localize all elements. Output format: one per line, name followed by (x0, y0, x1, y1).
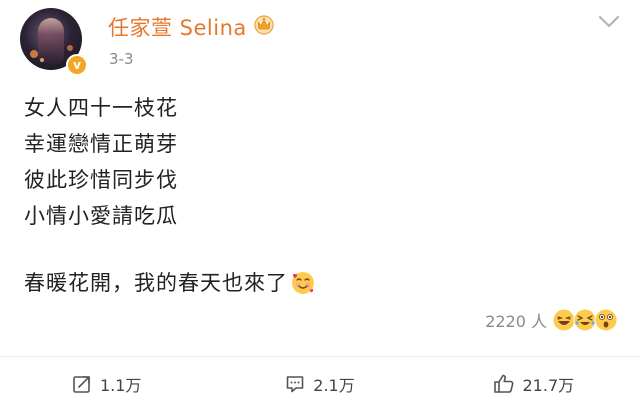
reaction-count: 2220 人 (485, 312, 547, 331)
reaction-summary[interactable]: 2220 人 (485, 308, 618, 332)
action-bar: 1.1万 2.1万 21.7万 (0, 357, 640, 410)
author-name[interactable]: 任家萱 Selina (108, 12, 247, 42)
avatar-photo (38, 18, 64, 64)
share-count: 1.1万 (99, 375, 142, 395)
like-count: 21.7万 (522, 375, 575, 395)
post-line: 彼此珍惜同步伐 (24, 168, 178, 192)
astonished-face-icon (594, 308, 618, 332)
like-button[interactable]: 21.7万 (427, 372, 640, 396)
post-line: 幸運戀情正萌芽 (24, 132, 178, 156)
weibo-post-card: v 任家萱 Selina 3-3 女人四十一枝花 幸運戀情正萌芽 彼此珍惜同步伐… (0, 0, 640, 410)
chevron-down-icon[interactable] (597, 14, 621, 30)
post-date: 3-3 (109, 50, 134, 68)
avatar-photo-detail (30, 50, 38, 58)
post-final-text: 春暖花開，我的春天也來了 (24, 271, 288, 295)
comment-count: 2.1万 (313, 375, 355, 395)
share-button[interactable]: 1.1万 (0, 372, 213, 396)
post-line: 女人四十一枝花 (24, 96, 178, 120)
post-line: 小情小愛請吃瓜 (24, 204, 178, 228)
share-icon (73, 375, 90, 393)
comment-button[interactable]: 2.1万 (213, 372, 426, 396)
member-crown-icon (254, 15, 274, 35)
post-final-line: 春暖花開，我的春天也來了 (24, 265, 316, 301)
verified-badge-icon: v (66, 54, 88, 76)
thumbs-up-icon (493, 374, 513, 393)
post-content: 女人四十一枝花 幸運戀情正萌芽 彼此珍惜同步伐 小情小愛請吃瓜 (24, 90, 178, 234)
comment-icon (286, 375, 304, 392)
smiling-face-with-hearts-icon (292, 272, 314, 294)
